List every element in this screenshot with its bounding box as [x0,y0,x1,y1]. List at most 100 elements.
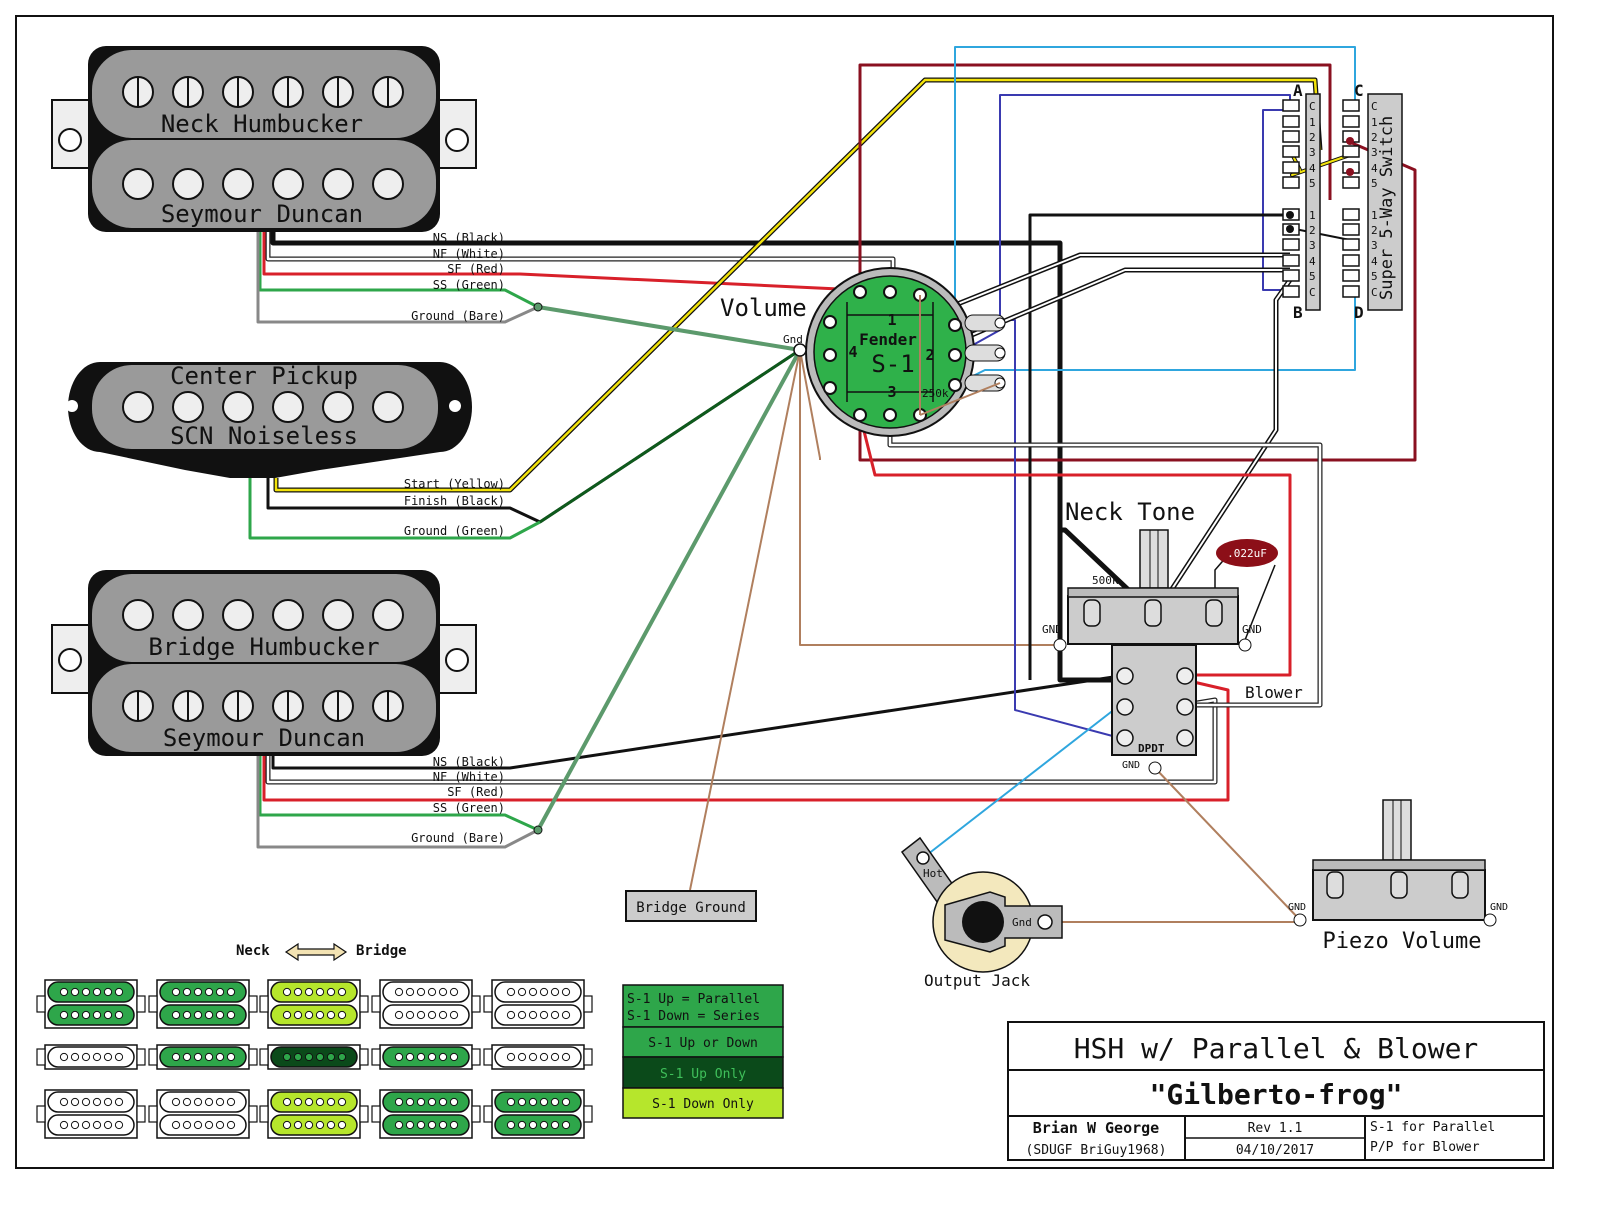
capacitor-value: .022uF [1227,547,1267,560]
switch-bank-c: C [1354,81,1364,100]
wiring-diagram: Neck Humbucker Seymour Duncan NS (Black)… [15,15,1554,1169]
lug-c-5: 5 [1371,177,1378,190]
lug-d-1: 1 [1371,209,1378,222]
title-block: HSH w/ Parallel & Blower "Gilberto-frog"… [1007,1021,1545,1161]
tone-shaft [1139,529,1169,589]
dpdt-label: DPDT [1138,742,1165,755]
lug-c-c: C [1371,100,1378,113]
bridge-wire-ss: SS (Green) [433,801,505,815]
legend-pickup-3-5 [483,1089,593,1139]
bridge-pickup-name: Bridge Humbucker [148,633,379,661]
bridge-wire-ns: NS (Black) [433,755,505,769]
lug-d-4: 4 [1371,255,1378,268]
volume-brand: Fender [859,330,917,349]
legend-pickup-1-3 [259,979,369,1029]
legend-pickup-3-3 [259,1089,369,1139]
center-wire-start: Start (Yellow) [404,477,505,491]
bridge-ground-label: Bridge Ground [636,900,746,916]
key-down-only: S-1 Down Only [652,1097,754,1112]
key-parallel-series-1: S-1 Up = Parallel [627,992,760,1007]
neck-tone-pot: Neck Tone 500k .022uF GND GND DPDT GND B… [1042,498,1303,775]
lug-b-3: 3 [1309,239,1316,252]
lug-d-2: 2 [1371,224,1378,237]
lug-d-5: 5 [1371,270,1378,283]
volume-value: 250k [922,387,949,400]
position-legend: Neck Bridge S-1 Up = Parallel S-1 Down =… [36,942,784,1139]
lug-a-3: 3 [1309,146,1316,159]
output-jack-label: Output Jack [924,971,1030,990]
output-jack: Hot Gnd Output Jack [900,836,1063,990]
lug-d-3: 3 [1371,239,1378,252]
volume-model: S-1 [871,350,914,378]
legend-pickup-2-1 [36,1044,146,1070]
note-s1-parallel: S-1 for Parallel [1370,1120,1495,1135]
tone-label: Neck Tone [1065,498,1195,526]
center-pickup-model: SCN Noiseless [170,422,358,450]
center-pickup-name: Center Pickup [170,362,358,390]
legend-pickup-2-5 [483,1044,593,1070]
tone-gnd-left: GND [1042,623,1062,636]
revision: Rev 1.1 [1248,1121,1303,1136]
center-wire-ground: Ground (Green) [404,524,505,538]
lug-a-1: 1 [1309,116,1316,129]
jack-gnd-label: Gnd [1012,916,1032,929]
neck-wire-ss: SS (Green) [433,278,505,292]
lug-b-c: C [1309,286,1316,299]
lug-b-5: 5 [1309,270,1316,283]
neck-wire-ground: Ground (Bare) [411,309,505,323]
section-4: 4 [848,343,857,361]
legend-pickup-3-2 [148,1089,258,1139]
neck-wire-ns: NS (Black) [433,231,505,245]
legend-pickup-1-1 [36,979,146,1029]
legend-pickup-1-2 [148,979,258,1029]
note-pp-blower: P/P for Blower [1370,1140,1480,1155]
diagram-nickname: "Gilberto-frog" [1150,1078,1403,1111]
switch-bank-a: A [1293,81,1303,100]
volume-pot-s1: Volume Fender S-1 1 2 3 4 250k Gnd [720,267,1006,437]
legend-pickup-3-4 [371,1089,481,1139]
lug-b-2: 2 [1309,224,1316,237]
bridge-humbucker: Bridge Humbucker Seymour Duncan [51,570,477,756]
neck-pickup-name: Neck Humbucker [161,110,363,138]
piezo-gnd-left: GND [1288,902,1306,913]
blower-label: Blower [1245,683,1303,702]
tone-gnd-right: GND [1242,623,1262,636]
lug-a-4: 4 [1309,162,1316,175]
piezo-volume-pot: GND GND Piezo Volume [1288,799,1508,954]
bridge-ground-tag: Bridge Ground [625,890,757,922]
legend-key: S-1 Up = Parallel S-1 Down = Series S-1 … [622,984,784,1119]
lug-a-5: 5 [1309,177,1316,190]
lug-a-c: C [1309,100,1316,113]
neck-wire-nf: NF (White) [433,247,505,261]
piezo-volume-label: Piezo Volume [1323,929,1482,954]
legend-pickup-2-2 [148,1044,258,1070]
lug-b-1: 1 [1309,209,1316,222]
key-up-or-down: S-1 Up or Down [648,1036,758,1051]
bridge-wire-nf: NF (White) [433,770,505,784]
legend-arrow-icon [284,942,348,962]
key-parallel-series-2: S-1 Down = Series [627,1009,760,1024]
switch-name: Super 5-Way Switch [1377,116,1397,300]
legend-pickup-2-4 [371,1044,481,1070]
piezo-gnd-right: GND [1490,902,1508,913]
center-wire-labels: Start (Yellow) Finish (Black) Ground (Gr… [404,477,505,538]
switch-bank-b: B [1293,303,1303,322]
date: 04/10/2017 [1236,1143,1314,1158]
author-handle: (SDUGF BriGuy1968) [1026,1143,1167,1158]
super-5-way-switch: Super 5-Way Switch A B C D C 1 2 3 4 5 1… [1282,81,1403,322]
section-1: 1 [887,311,896,329]
bridge-pickup-brand: Seymour Duncan [163,724,365,752]
lug-b-4: 4 [1309,255,1316,268]
legend-pickup-3-1 [36,1089,146,1139]
author-name: Brian W George [1033,1119,1159,1137]
lug-c-3: 3 [1371,146,1378,159]
center-wire-finish: Finish (Black) [404,494,505,508]
switch-bank-d: D [1354,303,1364,322]
lug-c-1: 1 [1371,116,1378,129]
legend-pickup-2-3 [259,1044,369,1070]
lug-a-2: 2 [1309,131,1316,144]
section-3: 3 [887,383,896,401]
neck-wire-sf: SF (Red) [447,262,505,276]
legend-bridge-label: Bridge [356,943,407,959]
diagram-title: HSH w/ Parallel & Blower [1074,1032,1479,1065]
